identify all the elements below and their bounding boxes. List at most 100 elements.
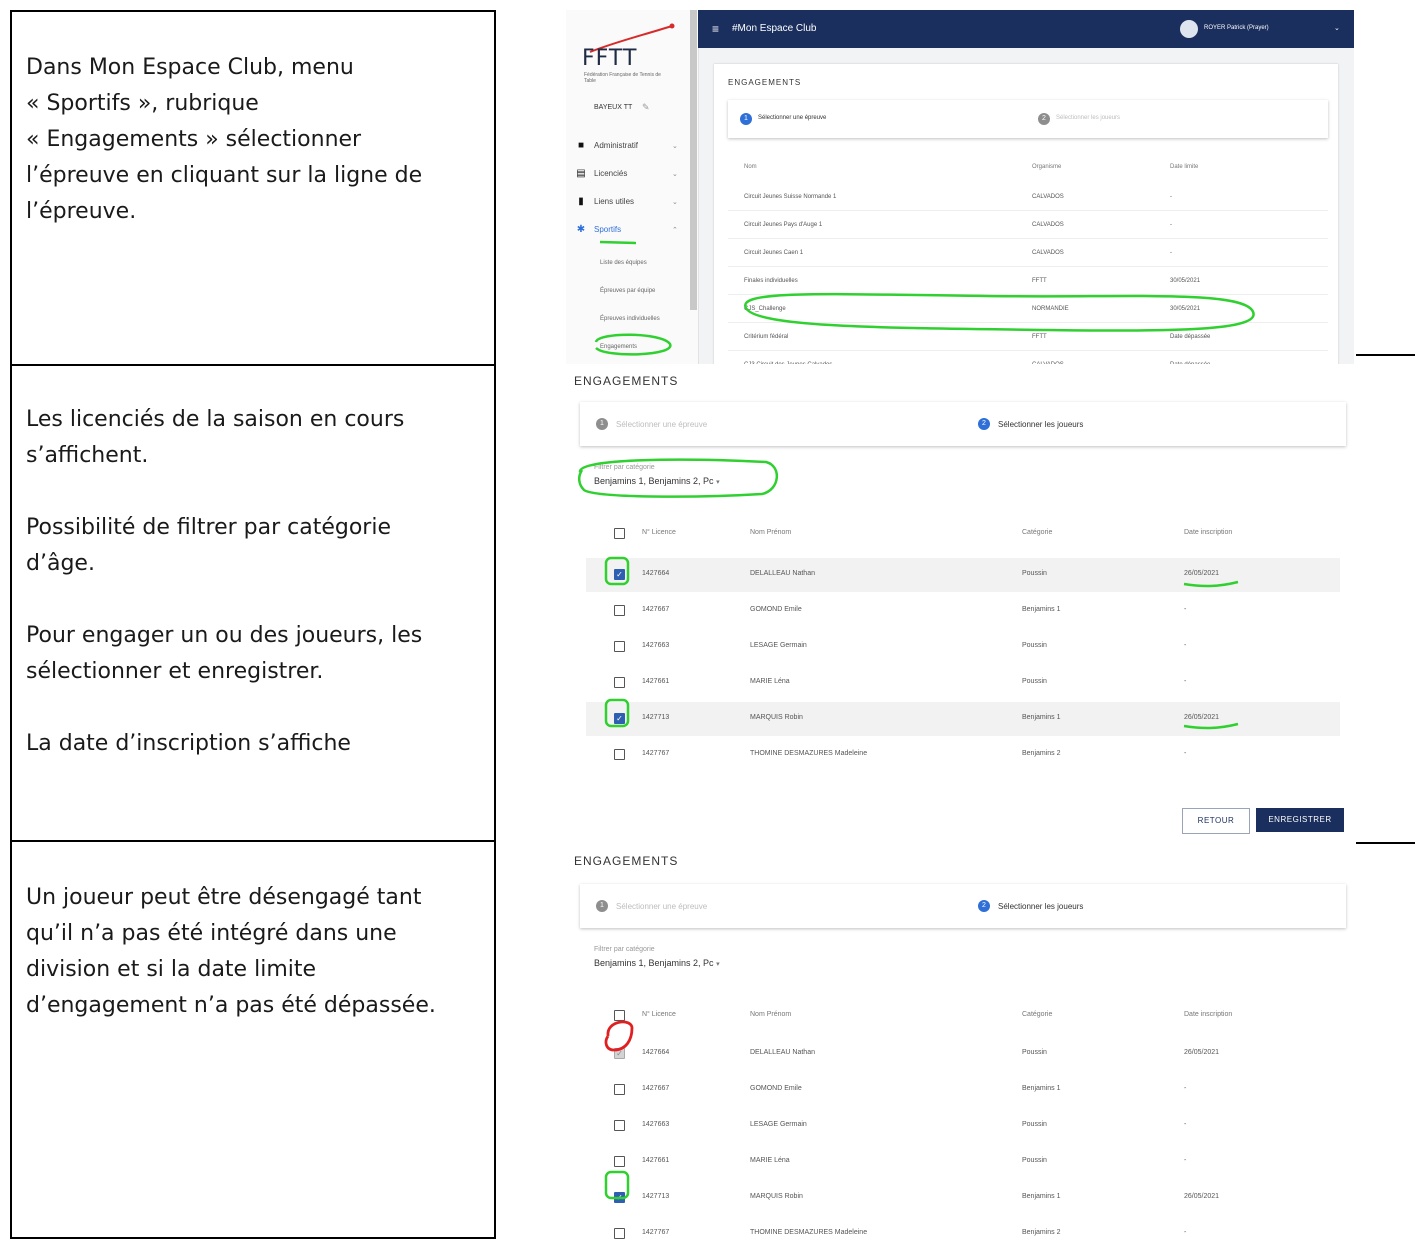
table-cell[interactable]: - <box>1170 222 1172 228</box>
column-header[interactable]: Catégorie <box>1022 529 1052 536</box>
table-cell[interactable]: Circuit Jeunes Pays d'Auge 1 <box>744 222 822 228</box>
row-checkbox[interactable] <box>614 641 625 652</box>
app-title: #Mon Espace Club <box>732 23 817 34</box>
instruction-line: s’affichent. <box>26 443 149 468</box>
row-checkbox[interactable] <box>614 1084 625 1095</box>
card-title: ENGAGEMENTS <box>728 78 802 87</box>
table-cell: THOMINE DESMAZURES Madeleine <box>750 750 868 757</box>
sidebar-scrollbar[interactable] <box>690 10 697 310</box>
table-cell: - <box>1184 1229 1187 1236</box>
row-checkbox[interactable]: ✓ <box>614 569 625 580</box>
table-cell[interactable]: CALVADOS <box>1032 194 1064 200</box>
table-cell: 26/05/2021 <box>1184 1049 1220 1056</box>
instruction-line: division et si la date limite <box>26 957 317 982</box>
table-cell[interactable]: Finales individuelles <box>744 278 798 284</box>
column-header-date-limite[interactable]: Date limite <box>1170 164 1198 170</box>
sidebar-item-liens-utiles[interactable]: ▮ Liens utiles ⌄ <box>576 196 678 207</box>
table-cell[interactable]: Critérium fédéral <box>744 334 788 340</box>
table-cell[interactable]: Circuit Jeunes Suisse Normande 1 <box>744 194 836 200</box>
sub-item-epreuves-individuelles[interactable]: Épreuves individuelles <box>600 316 660 322</box>
category-filter-select[interactable]: Benjamins 1, Benjamins 2, Pc ▾ <box>594 476 720 486</box>
caret-down-icon: ▾ <box>716 479 720 486</box>
edit-icon[interactable]: ✎ <box>642 102 650 113</box>
sub-item-epreuves-equipe[interactable]: Épreuves par équipe <box>600 288 655 294</box>
column-header[interactable]: Date inscription <box>1184 1011 1232 1018</box>
row-divider <box>728 210 1328 211</box>
sidebar-item-administratif[interactable]: ■ Administratif ⌄ <box>576 140 678 151</box>
table-cell: Poussin <box>1022 1121 1047 1128</box>
table-cell[interactable]: 30/05/2021 <box>1170 306 1200 312</box>
table-cell[interactable]: CALVADOS <box>1032 362 1064 364</box>
filter-value: Benjamins 1, Benjamins 2, Pc <box>594 958 714 968</box>
table-cell[interactable]: FFTT <box>1032 278 1047 284</box>
chevron-down-icon: ⌄ <box>672 198 678 206</box>
user-name[interactable]: ROYER Patrick (Prayer) <box>1204 25 1269 31</box>
column-header[interactable]: Nom Prénom <box>750 529 791 536</box>
instruction-line: Possibilité de filtrer par catégorie <box>26 515 391 540</box>
table-cell[interactable]: NORMANDIE <box>1032 306 1069 312</box>
instruction-line: La date d’inscription s’affiche <box>26 731 351 756</box>
table-cell[interactable]: CALVADOS <box>1032 222 1064 228</box>
category-filter-select[interactable]: Benjamins 1, Benjamins 2, Pc ▾ <box>594 958 720 968</box>
sub-item-liste-equipes[interactable]: Liste des équipes <box>600 260 647 266</box>
row-checkbox[interactable] <box>614 1156 625 1167</box>
row-checkbox[interactable]: ✓ <box>614 713 625 724</box>
avatar[interactable] <box>1180 20 1198 38</box>
step-1-label[interactable]: Sélectionner une épreuve <box>616 902 707 911</box>
sidebar-item-sportifs[interactable]: ✱ Sportifs ⌃ <box>576 224 678 235</box>
table-cell[interactable]: Date dépassée <box>1170 334 1210 340</box>
sidebar-item-licencies[interactable]: ▤ Licenciés ⌄ <box>576 168 678 179</box>
column-header-nom[interactable]: Nom <box>744 164 757 170</box>
table-cell[interactable]: FFTT <box>1032 334 1047 340</box>
row-checkbox[interactable] <box>614 605 625 616</box>
table-cell[interactable]: 30/05/2021 <box>1170 278 1200 284</box>
table-cell[interactable]: Circuit Jeunes Caen 1 <box>744 250 803 256</box>
column-header[interactable]: Nom Prénom <box>750 1011 791 1018</box>
column-header-organisme[interactable]: Organisme <box>1032 164 1061 170</box>
filter-label: Filtrer par catégorie <box>594 946 655 953</box>
table-cell: MARQUIS Robin <box>750 714 803 721</box>
retour-button[interactable]: RETOUR <box>1182 808 1250 834</box>
table-cell: LESAGE Germain <box>750 1121 807 1128</box>
row-checkbox[interactable]: ✓ <box>614 1192 625 1203</box>
row-checkbox[interactable] <box>614 1120 625 1131</box>
row-checkbox[interactable] <box>614 677 625 688</box>
enregistrer-button[interactable]: ENREGISTRER <box>1256 808 1344 832</box>
table-cell[interactable]: CJS_Challenge <box>744 306 786 312</box>
column-header[interactable]: Date inscription <box>1184 529 1232 536</box>
table-cell: Poussin <box>1022 570 1047 577</box>
sub-item-engagements[interactable]: Engagements <box>600 344 637 350</box>
table-cell: Poussin <box>1022 678 1047 685</box>
table-cell: 1427661 <box>642 678 670 685</box>
table-cell[interactable]: CALVADOS <box>1032 250 1064 256</box>
table-cell[interactable]: Date dépassée <box>1170 362 1210 364</box>
select-all-checkbox[interactable] <box>614 528 625 539</box>
row-checkbox[interactable] <box>614 749 625 760</box>
table-cell[interactable]: - <box>1170 250 1172 256</box>
caret-down-icon: ▾ <box>716 961 720 968</box>
step-1-label[interactable]: Sélectionner une épreuve <box>616 420 707 429</box>
screenshot-unengage-players: ENGAGEMENTS 1 Sélectionner une épreuve 2… <box>566 844 1356 1239</box>
table-cell: 1427664 <box>642 570 670 577</box>
row-divider <box>728 350 1328 351</box>
step-1-label[interactable]: Sélectionner une épreuve <box>758 115 826 121</box>
step-2-icon: 2 <box>1038 113 1050 125</box>
table-cell[interactable]: CJ3 Circuit des Jeunes Calvados <box>744 362 832 364</box>
step-1-icon: 1 <box>596 418 608 430</box>
hamburger-icon[interactable]: ≡ <box>712 22 719 36</box>
select-all-checkbox[interactable] <box>614 1010 625 1021</box>
column-header[interactable]: Catégorie <box>1022 1011 1052 1018</box>
column-header[interactable]: N° Licence <box>642 1011 676 1018</box>
chevron-up-icon: ⌃ <box>672 226 678 234</box>
engagements-card: ENGAGEMENTS 1 Sélectionner une épreuve 2… <box>714 64 1338 364</box>
stepper: 1 Sélectionner une épreuve 2 Sélectionne… <box>580 884 1346 928</box>
table-cell: - <box>1184 1157 1187 1164</box>
screenshot-select-players: ENGAGEMENTS 1 Sélectionner une épreuve 2… <box>566 366 1356 842</box>
filter-value: Benjamins 1, Benjamins 2, Pc <box>594 476 714 486</box>
chevron-down-icon[interactable]: ⌄ <box>1334 24 1340 32</box>
briefcase-icon: ■ <box>577 140 585 151</box>
row-checkbox[interactable] <box>614 1228 625 1239</box>
column-header[interactable]: N° Licence <box>642 529 676 536</box>
table-cell[interactable]: - <box>1170 194 1172 200</box>
table-cell: LESAGE Germain <box>750 642 807 649</box>
